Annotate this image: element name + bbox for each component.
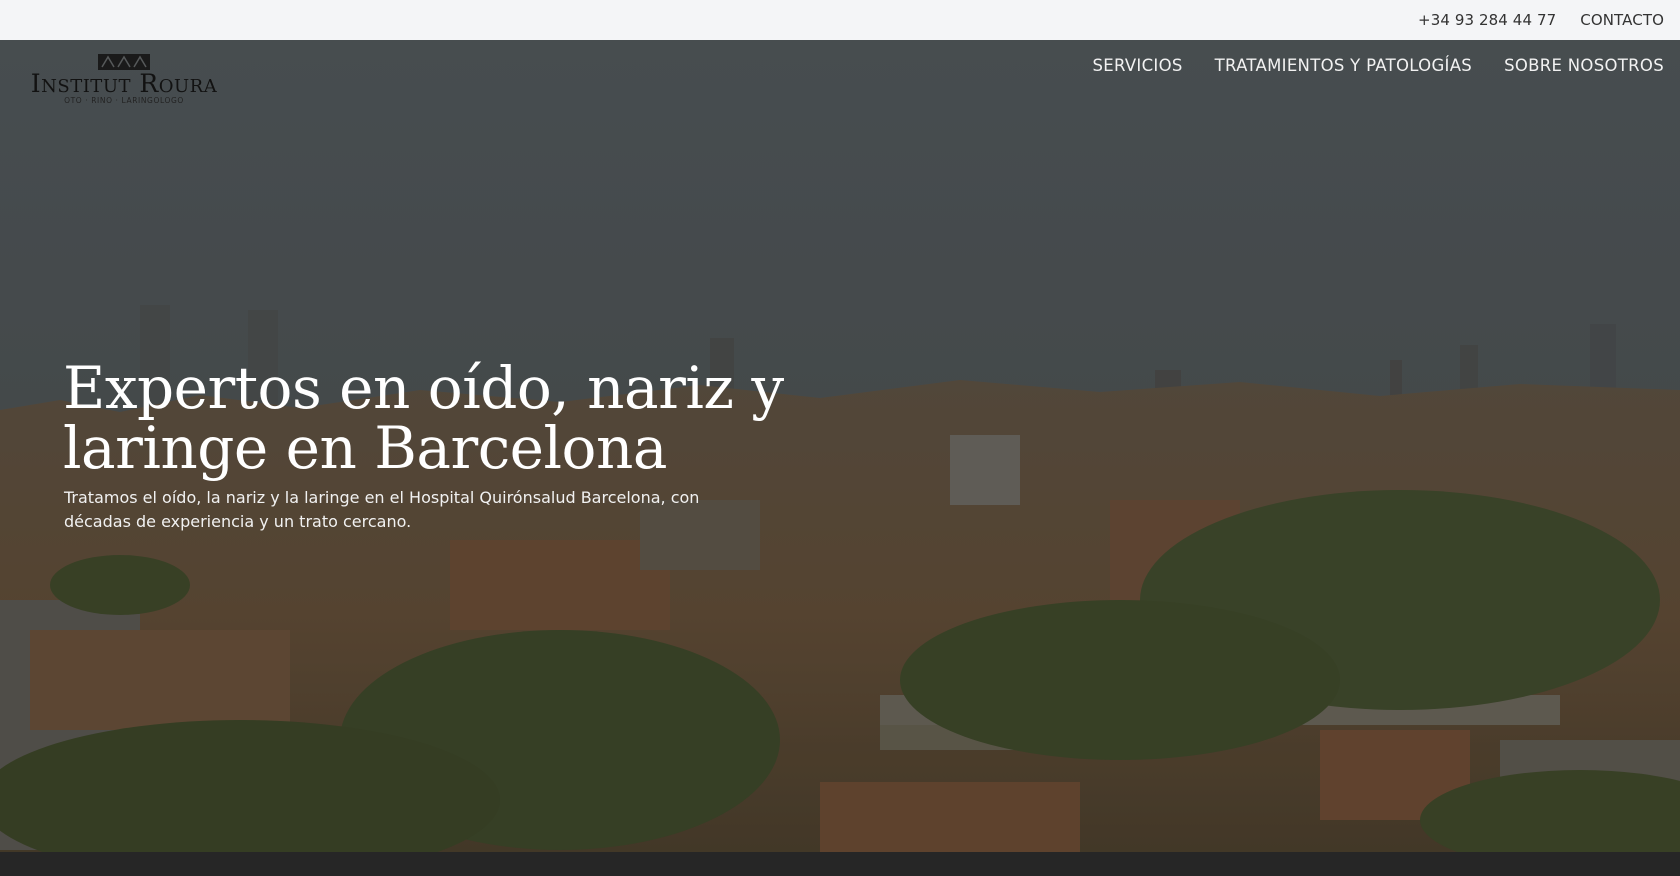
- nav-item-sobre-nosotros[interactable]: SOBRE NOSOTROS: [1504, 56, 1664, 75]
- hero-subtitle-line-1: Tratamos el oído, la nariz y la laringe …: [64, 488, 700, 507]
- hero-headline-line-1: Expertos en oído, nariz y: [63, 354, 784, 422]
- top-bar: +34 93 284 44 77 CONTACTO: [0, 0, 1680, 40]
- nav-item-servicios[interactable]: SERVICIOS: [1092, 56, 1182, 75]
- hero-subtitle: Tratamos el oído, la nariz y la laringe …: [64, 486, 724, 534]
- hero-headline-line-2: laringe en Barcelona: [63, 414, 667, 482]
- hero-subtitle-line-2: décadas de experiencia y un trato cercan…: [64, 512, 412, 531]
- phone-link[interactable]: +34 93 284 44 77: [1418, 11, 1556, 29]
- hero-headline: Expertos en oído, nariz y laringe en Bar…: [63, 358, 823, 478]
- logo-name: Institut Roura: [30, 69, 218, 98]
- main-navigation: SERVICIOS TRATAMIENTOS Y PATOLOGÍAS SOBR…: [1092, 56, 1664, 75]
- bottom-bar: [0, 852, 1680, 876]
- contact-link[interactable]: CONTACTO: [1580, 11, 1664, 29]
- hero-section: Institut Roura OTO · RINO · LARINGOLOGO …: [0, 40, 1680, 852]
- site-logo[interactable]: Institut Roura OTO · RINO · LARINGOLOGO: [14, 54, 234, 118]
- logo-mark-icon: [98, 54, 150, 70]
- nav-item-tratamientos[interactable]: TRATAMIENTOS Y PATOLOGÍAS: [1215, 56, 1472, 75]
